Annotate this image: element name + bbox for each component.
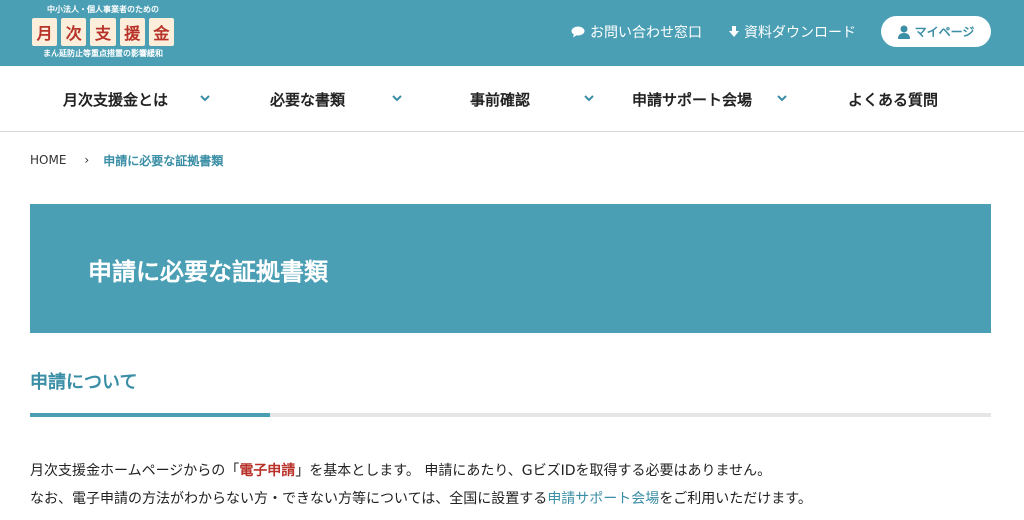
support-venue-link[interactable]: 申請サポート会場 <box>547 491 659 507</box>
logo-char: 支 <box>90 18 116 46</box>
nav-item-label: 事前確認 <box>470 90 531 109</box>
logo-char: 金 <box>148 18 175 46</box>
breadcrumb-separator: › <box>84 153 90 167</box>
speech-bubble-icon <box>571 26 585 38</box>
body-paragraph: 月次支援金ホームページからの「電子申請」を基本とします。 申請にあたり、GビズI… <box>30 460 771 480</box>
page-title: 申請に必要な証拠書類 <box>88 258 328 286</box>
section-divider <box>30 413 991 417</box>
paragraph-text: をご利用いただけます。 <box>659 491 812 507</box>
paragraph-text: 」を基本とします。 申請にあたり、GビズIDを取得する必要はありません。 <box>295 463 772 479</box>
logo-char: 援 <box>119 18 145 46</box>
site-header: 中小法人・個人事業者のための 月 次 支 援 金 まん延防止等重点措置の影響緩和… <box>0 0 1024 66</box>
chevron-down-icon[interactable] <box>776 92 788 104</box>
logo-wordmark: 月 次 支 援 金 <box>32 18 175 46</box>
logo-char: 月 <box>32 18 58 46</box>
user-icon <box>897 25 910 39</box>
logo-subtitle: まん延防止等重点措置の影響緩和 <box>43 49 163 58</box>
site-logo[interactable]: 中小法人・個人事業者のための 月 次 支 援 金 まん延防止等重点措置の影響緩和 <box>28 4 178 62</box>
emphasis-text: 電子申請 <box>239 463 296 479</box>
main-nav: 月次支援金とは 必要な書類 事前確認 申請サポート会場 よくある質問 <box>0 66 1024 132</box>
breadcrumb-home-link[interactable]: HOME <box>30 153 66 167</box>
chevron-down-icon[interactable] <box>391 92 403 104</box>
nav-item-label: 申請サポート会場 <box>632 90 753 109</box>
download-link-label: 資料ダウンロード <box>744 25 856 41</box>
nav-item-label: 月次支援金とは <box>63 90 169 109</box>
nav-item-faq[interactable]: よくある質問 <box>848 66 938 132</box>
contact-link[interactable]: お問い合わせ窓口 <box>571 22 702 42</box>
download-arrow-icon <box>729 26 739 38</box>
section-heading: 申請について <box>30 372 138 393</box>
breadcrumb: HOME › 申請に必要な証拠書類 <box>30 152 223 168</box>
nav-item-precheck[interactable]: 事前確認 <box>470 66 530 132</box>
breadcrumb-current: 申請に必要な証拠書類 <box>103 153 224 168</box>
contact-link-label: お問い合わせ窓口 <box>590 25 702 41</box>
nav-item-support-venue[interactable]: 申請サポート会場 <box>632 66 752 132</box>
paragraph-text: 月次支援金ホームページからの「 <box>30 463 240 479</box>
nav-item-about[interactable]: 月次支援金とは <box>63 66 168 132</box>
chevron-down-icon[interactable] <box>199 92 211 104</box>
mypage-button[interactable]: マイページ <box>881 16 991 47</box>
nav-item-label: 必要な書類 <box>270 90 346 109</box>
section-divider-accent <box>30 413 270 417</box>
paragraph-text: なお、電子申請の方法がわからない方・できない方等については、全国に設置する <box>30 491 548 507</box>
page-title-banner: 申請に必要な証拠書類 <box>30 204 991 333</box>
nav-item-label: よくある質問 <box>848 90 939 109</box>
logo-tagline: 中小法人・個人事業者のための <box>47 5 159 14</box>
mypage-label: マイページ <box>914 25 975 39</box>
logo-char: 次 <box>61 18 87 46</box>
chevron-down-icon[interactable] <box>583 92 595 104</box>
body-paragraph: なお、電子申請の方法がわからない方・できない方等については、全国に設置する申請サ… <box>30 488 812 508</box>
nav-item-documents[interactable]: 必要な書類 <box>270 66 345 132</box>
download-link[interactable]: 資料ダウンロード <box>729 22 856 42</box>
